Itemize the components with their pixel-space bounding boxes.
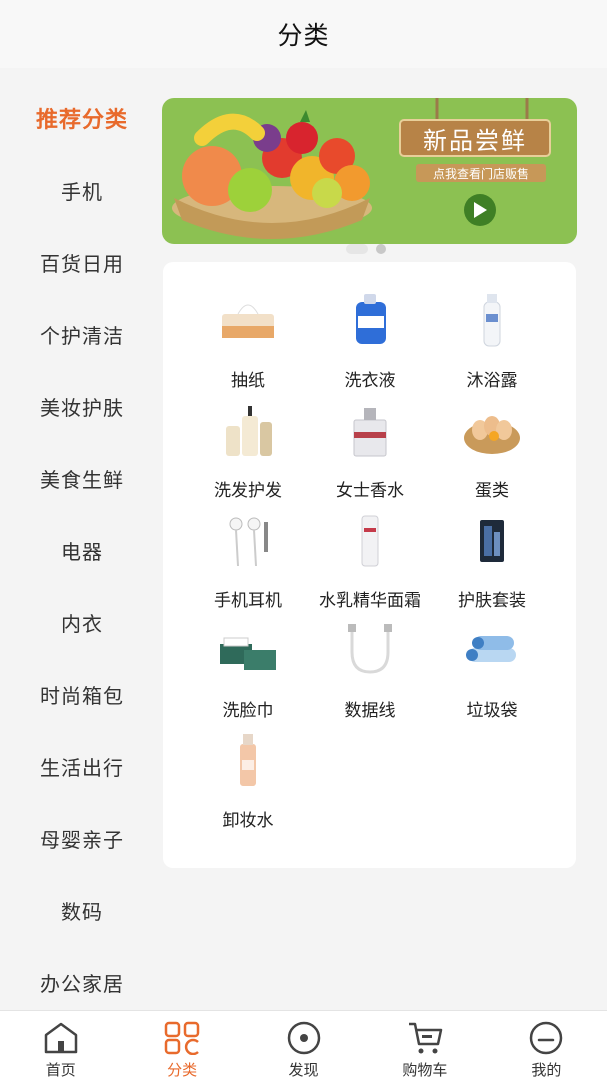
sidebar-item-travel[interactable]: 生活出行	[0, 730, 164, 802]
category-label: 护肤套装	[458, 591, 526, 611]
banner-dot[interactable]	[376, 244, 386, 254]
category-item[interactable]: 沐浴露	[431, 292, 553, 402]
category-label: 洗脸巾	[222, 701, 274, 721]
category-item[interactable]: 卸妆水	[187, 732, 309, 842]
category-label: 抽纸	[231, 371, 265, 391]
banner-subtitle: 点我查看门店贩售	[432, 166, 529, 181]
sidebar-item-personal-care[interactable]: 个护清洁	[0, 298, 164, 370]
discover-icon	[285, 1019, 323, 1057]
category-label: 手机耳机	[214, 591, 282, 611]
bottom-tab-bar: 首页 分类 发现 购物车 我的	[0, 1010, 607, 1080]
category-grid-icon	[163, 1019, 201, 1057]
tab-home[interactable]: 首页	[0, 1011, 121, 1080]
banner-pagination	[346, 244, 386, 254]
category-label: 洗发护发	[214, 481, 282, 501]
page-title: 分类	[277, 21, 330, 50]
category-panel: 抽纸 洗衣液 沐浴露 洗发护发 女士香水 蛋类 手机耳机 水乳精华面霜 护肤套装…	[163, 262, 576, 868]
category-item[interactable]: 洗脸巾	[187, 622, 309, 732]
category-label: 卸妆水	[222, 811, 274, 831]
category-grid: 抽纸 洗衣液 沐浴露 洗发护发 女士香水 蛋类 手机耳机 水乳精华面霜 护肤套装…	[187, 292, 553, 842]
tab-profile[interactable]: 我的	[486, 1011, 607, 1080]
banner-dot-active[interactable]	[346, 244, 368, 254]
category-item[interactable]: 数据线	[309, 622, 431, 732]
eggs-icon	[460, 402, 524, 458]
category-label: 水乳精华面霜	[319, 591, 421, 611]
sidebar-item-recommended[interactable]: 推荐分类	[0, 82, 164, 154]
perfume-icon	[338, 402, 402, 458]
category-label: 垃圾袋	[466, 701, 518, 721]
category-item[interactable]: 水乳精华面霜	[309, 512, 431, 622]
tissue-box-icon	[216, 292, 280, 348]
tab-category[interactable]: 分类	[121, 1011, 242, 1080]
category-item[interactable]: 手机耳机	[187, 512, 309, 622]
category-label: 女士香水	[336, 481, 404, 501]
tab-label: 发现	[288, 1061, 319, 1079]
sidebar-item-appliances[interactable]: 电器	[0, 514, 164, 586]
home-icon	[42, 1019, 80, 1057]
earphones-icon	[216, 512, 280, 568]
sidebar-item-daily-goods[interactable]: 百货日用	[0, 226, 164, 298]
tab-label: 我的	[531, 1061, 562, 1079]
skincare-set-icon	[460, 512, 524, 568]
makeup-remover-icon	[216, 732, 280, 788]
sidebar-item-digital[interactable]: 数码	[0, 874, 164, 946]
category-label: 数据线	[344, 701, 396, 721]
sidebar-item-underwear[interactable]: 内衣	[0, 586, 164, 658]
shampoo-icon	[216, 402, 280, 458]
category-item[interactable]: 护肤套装	[431, 512, 553, 622]
category-item[interactable]: 抽纸	[187, 292, 309, 402]
tab-label: 购物车	[402, 1061, 448, 1079]
laundry-detergent-icon	[338, 292, 402, 348]
category-label: 蛋类	[475, 481, 509, 501]
category-sidebar: 推荐分类 手机 百货日用 个护清洁 美妆护肤 美食生鲜 电器 内衣 时尚箱包 生…	[0, 68, 164, 1010]
category-item[interactable]: 洗衣液	[309, 292, 431, 402]
category-label: 沐浴露	[466, 371, 518, 391]
tab-label: 首页	[45, 1061, 76, 1079]
sidebar-item-beauty[interactable]: 美妆护肤	[0, 370, 164, 442]
sidebar-item-phones[interactable]: 手机	[0, 154, 164, 226]
tab-label: 分类	[167, 1061, 198, 1079]
profile-icon	[527, 1019, 565, 1057]
category-item[interactable]: 女士香水	[309, 402, 431, 512]
data-cable-icon	[338, 622, 402, 678]
header-bar: 分类	[0, 0, 607, 68]
body-wash-icon	[460, 292, 524, 348]
tab-discover[interactable]: 发现	[243, 1011, 364, 1080]
category-label: 洗衣液	[344, 371, 396, 391]
category-item[interactable]: 垃圾袋	[431, 622, 553, 732]
sidebar-item-food-fresh[interactable]: 美食生鲜	[0, 442, 164, 514]
sidebar-item-bags[interactable]: 时尚箱包	[0, 658, 164, 730]
skincare-bottle-icon	[338, 512, 402, 568]
sidebar-item-office-home[interactable]: 办公家居	[0, 946, 164, 1018]
tab-cart[interactable]: 购物车	[364, 1011, 485, 1080]
promo-banner[interactable]: 新品尝鲜 点我查看门店贩售	[162, 98, 577, 244]
sidebar-item-baby[interactable]: 母婴亲子	[0, 802, 164, 874]
category-item[interactable]: 蛋类	[431, 402, 553, 512]
category-item[interactable]: 洗发护发	[187, 402, 309, 512]
cart-icon	[406, 1019, 444, 1057]
trash-bag-icon	[460, 622, 524, 678]
face-towel-icon	[216, 622, 280, 678]
banner-title: 新品尝鲜	[423, 126, 527, 155]
